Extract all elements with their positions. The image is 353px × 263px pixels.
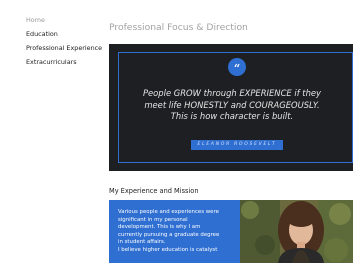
nav-item-education[interactable]: Education [26,30,58,38]
quote-text: People GROW through EXPERIENCE if they m… [122,88,342,123]
nav-item-extracurriculars[interactable]: Extracurriculars [26,58,77,66]
mission-line: I believe higher education is catalyst [118,246,218,253]
mission-line: currently pursuing a graduate degree [118,231,220,238]
nav-item-home[interactable]: Home [26,16,45,24]
page-title: Professional Focus & Direction [109,22,248,33]
mission-text: Various people and experiences were sign… [118,209,238,255]
profile-photo [240,200,353,263]
sidebar-nav: Home Education Professional Experience E… [0,0,102,263]
quote-author-badge: ELEANOR ROOSEVELT [191,140,283,150]
mission-panel: Various people and experiences were sign… [109,200,240,263]
mission-line: in student affairs. [118,239,166,246]
quote-line: People GROW through EXPERIENCE if they [142,88,322,98]
quote-line: This is how character is built. [170,111,294,121]
section-heading: My Experience and Mission [109,187,199,195]
quote-line: meet life HONESTLY and COURAGEOUSLY. [144,99,320,110]
nav-item-professional-experience[interactable]: Professional Experience [26,44,102,52]
quote-icon: “ [228,58,246,76]
mission-line: significant in my personal [118,216,188,223]
mission-line: Various people and experiences were [118,209,219,215]
profile-photo-image [240,200,353,263]
mission-line: development. This is why I am [118,224,201,231]
